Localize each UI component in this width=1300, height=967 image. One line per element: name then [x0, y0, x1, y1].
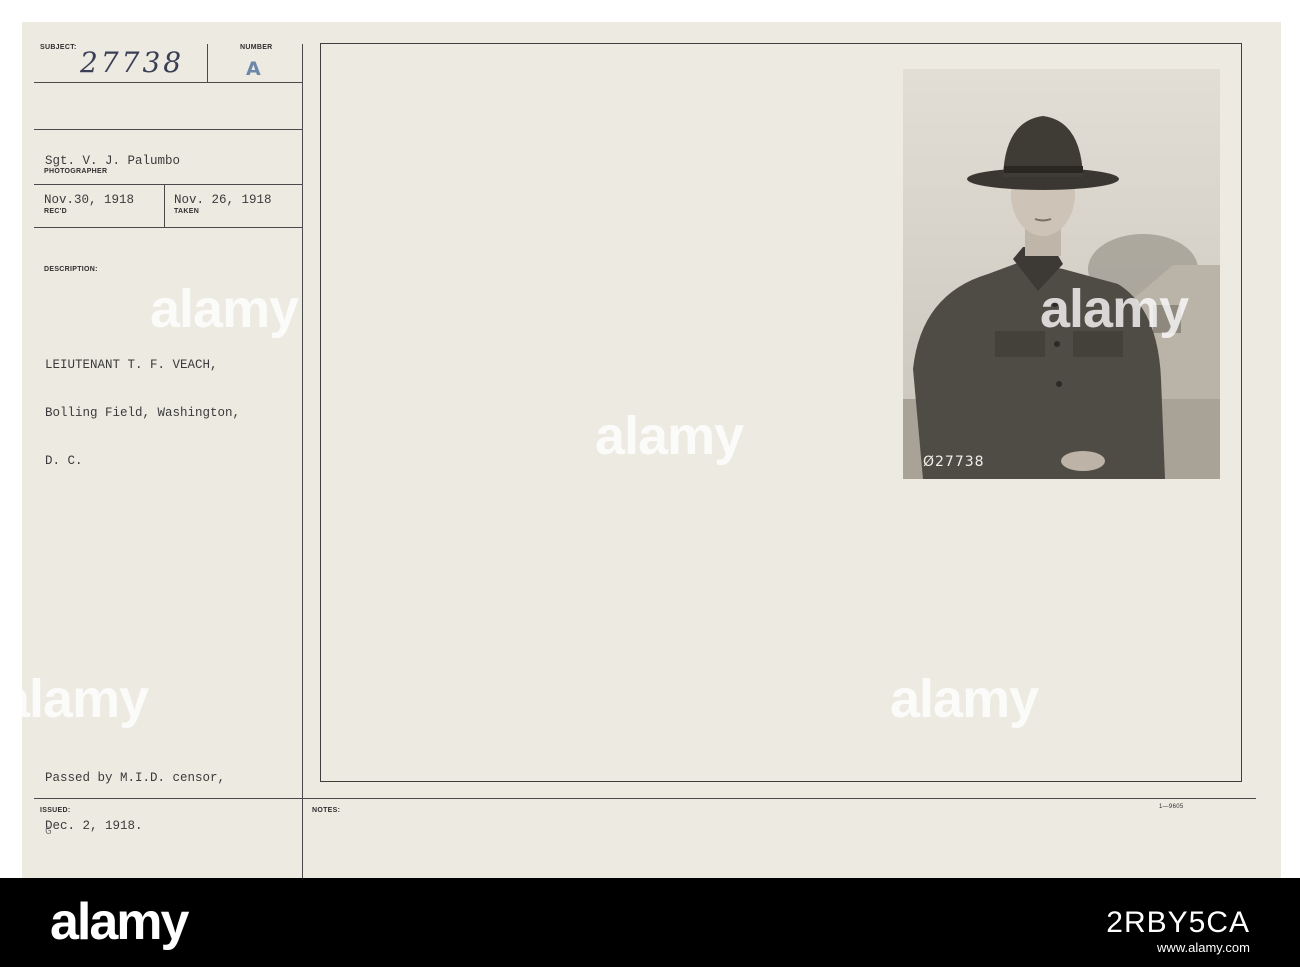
subject-label: SUBJECT: [40, 44, 77, 51]
description-label: DESCRIPTION: [44, 266, 98, 273]
description-line: Bolling Field, Washington, [45, 406, 241, 420]
subject-number-handwritten: 27738 [80, 46, 185, 79]
watermark: alamy [0, 669, 149, 729]
photo-negative-number: Ø27738 [923, 454, 985, 470]
dates-bottom-rule [34, 227, 302, 228]
censor-note: Passed by M.I.D. censor, Dec. 2, 1918. [45, 738, 225, 866]
issued-mark: G [45, 826, 52, 838]
watermark: alamy [150, 279, 299, 339]
description-text: LEIUTENANT T. F. VEACH, Bolling Field, W… [45, 325, 240, 501]
footer-site-link[interactable]: www.alamy.com [1157, 940, 1250, 955]
issued-label: ISSUED: [40, 807, 71, 814]
form-code: 1—9605 [1159, 804, 1184, 810]
image-code: 2RBY5CA [1106, 906, 1250, 939]
subject-number-divider [207, 44, 208, 82]
footer-logo[interactable]: alamy [50, 892, 189, 952]
censor-line: Dec. 2, 1918. [45, 819, 143, 833]
photographer-label: PHOTOGRAPHER [44, 168, 108, 175]
portrait-photo: Ø27738 [903, 69, 1220, 479]
watermark: alamy [595, 406, 744, 466]
watermark: alamy [890, 669, 1039, 729]
dates-divider [164, 185, 165, 227]
censor-line: Passed by M.I.D. censor, [45, 771, 226, 785]
notes-label: NOTES: [312, 807, 341, 814]
description-line: D. C. [45, 454, 83, 468]
portrait-illustration [903, 69, 1220, 479]
watermark: alamy [1040, 279, 1189, 339]
form-left-column-rule [302, 44, 303, 878]
subject-row-rule [34, 82, 302, 83]
photographer-bottom-rule [34, 184, 302, 185]
number-label: NUMBER [240, 44, 273, 51]
taken-date: Nov. 26, 1918 [174, 193, 272, 207]
received-date: Nov.30, 1918 [44, 193, 135, 207]
received-label: REC'D [44, 208, 67, 215]
photographer-top-rule [34, 129, 302, 130]
number-stamp: A [246, 58, 261, 80]
photographer-name: Sgt. V. J. Palumbo [45, 154, 181, 168]
taken-label: TAKEN [174, 208, 200, 215]
description-line: LEIUTENANT T. F. VEACH, [45, 358, 218, 372]
stock-footer-bar: alamy 2RBY5CA www.alamy.com [0, 878, 1300, 967]
